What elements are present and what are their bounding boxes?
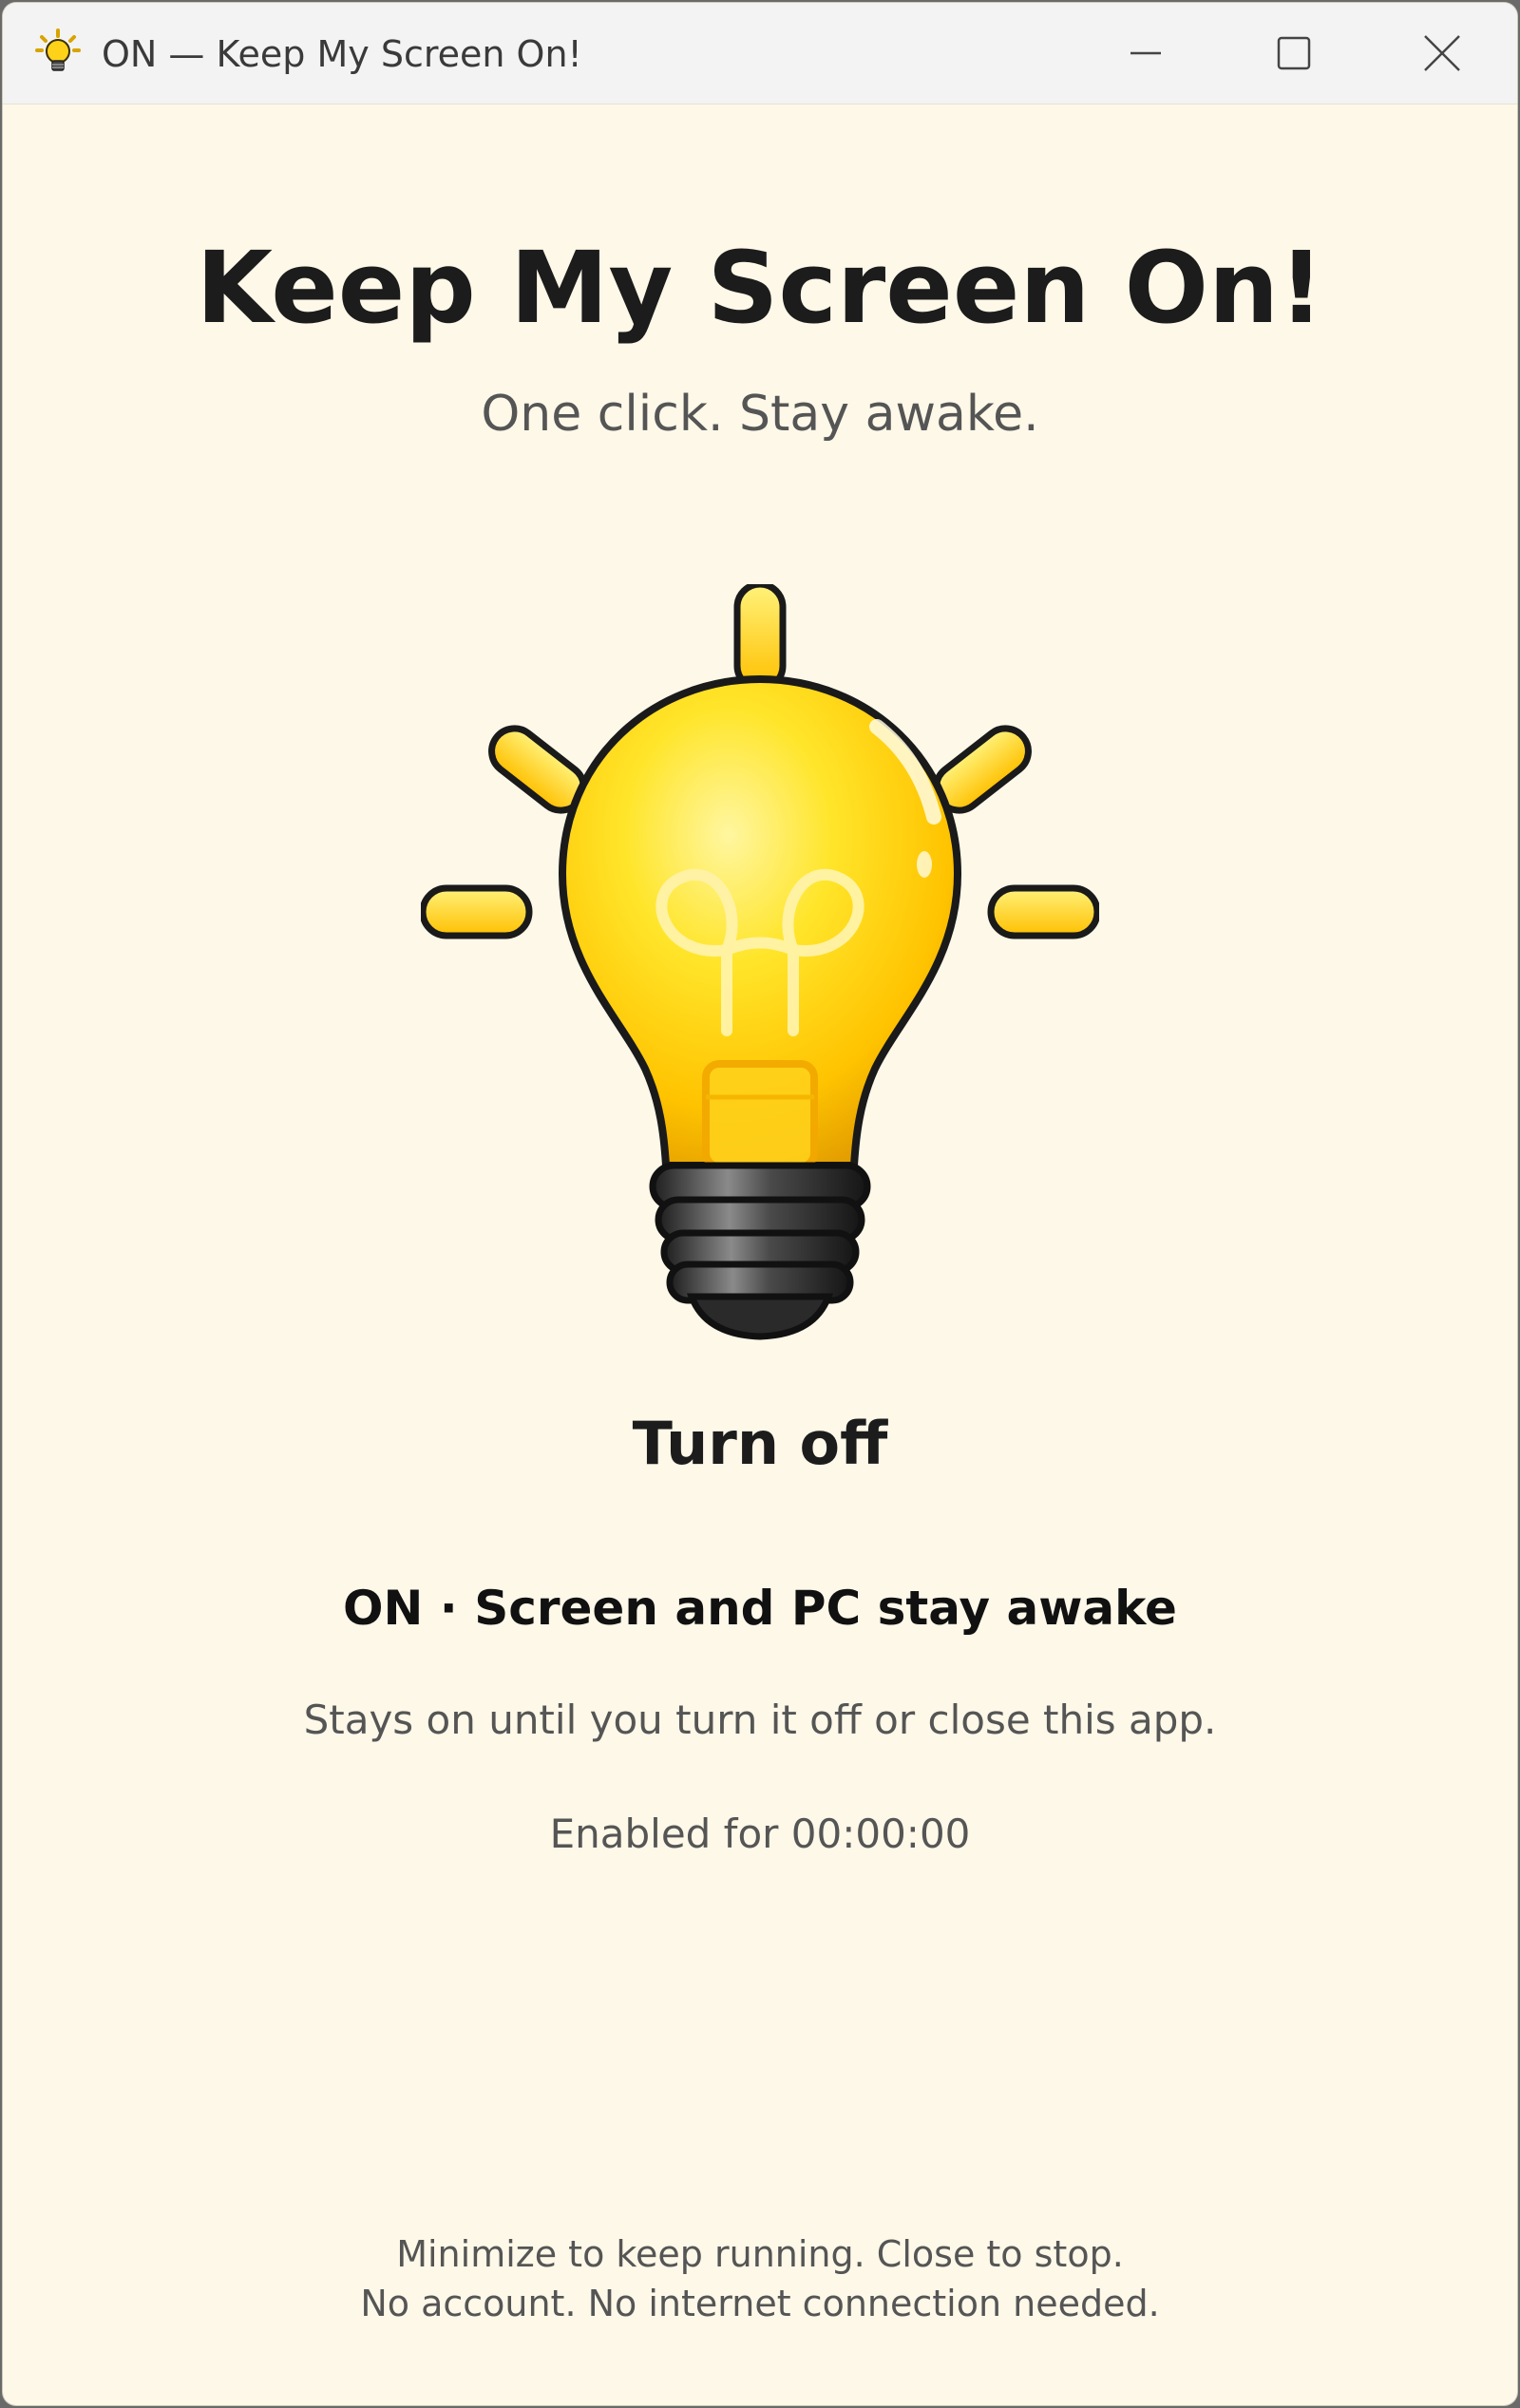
minimize-icon — [1130, 51, 1161, 55]
maximize-icon — [1277, 36, 1311, 70]
close-icon — [1424, 35, 1460, 71]
status-description: Stays on until you turn it off or close … — [303, 1697, 1217, 1743]
window-title: ON — Keep My Screen On! — [102, 33, 582, 75]
tagline: One click. Stay awake. — [481, 386, 1039, 443]
status-text: ON · Screen and PC stay awake — [343, 1581, 1177, 1636]
footer-privacy-note: No account. No internet connection neede… — [360, 2283, 1160, 2324]
lightbulb-on-icon[interactable] — [419, 580, 1101, 1344]
page-title: Keep My Screen On! — [196, 230, 1324, 346]
title-bar[interactable]: ON — Keep My Screen On! — [3, 3, 1517, 104]
footer-hint: Minimize to keep running. Close to stop. — [396, 2233, 1124, 2275]
turn-off-button[interactable]: Turn off — [570, 1392, 950, 1496]
enabled-timer: Enabled for 00:00:00 — [549, 1811, 971, 1857]
main-content: Keep My Screen On! One click. Stay awake… — [3, 104, 1517, 2405]
close-button[interactable] — [1371, 3, 1513, 104]
minimize-button[interactable] — [1074, 3, 1217, 104]
lightbulb-icon — [33, 28, 83, 77]
app-window: ON — Keep My Screen On! Keep My Screen O… — [3, 3, 1517, 2405]
maximize-button[interactable] — [1223, 3, 1365, 104]
